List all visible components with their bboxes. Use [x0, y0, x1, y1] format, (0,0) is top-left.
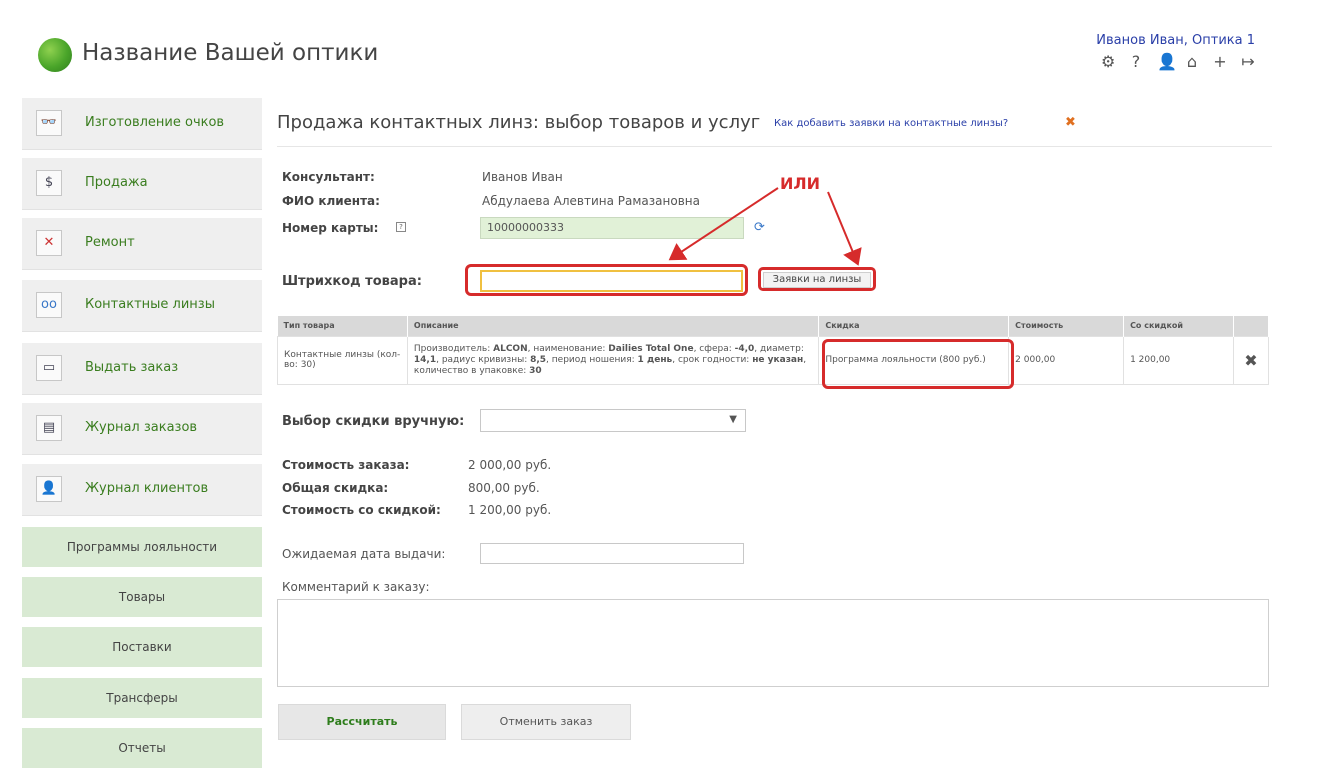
sidebar-item-transfers[interactable]: Трансферы [22, 678, 262, 718]
description-part: Производитель: [413, 343, 494, 354]
column-header: Со скидкой [1123, 316, 1234, 336]
consultant-label: Консультант: [282, 170, 375, 184]
total-discount-value: 800,00 руб. [468, 481, 540, 495]
sidebar-item-label: Изготовление очков [85, 115, 225, 130]
description-part: 1 день [637, 354, 673, 365]
total-discount-label: Общая скидка: [282, 481, 389, 495]
sidebar-item-repair[interactable]: ✕ Ремонт [22, 218, 262, 270]
description-part: ALCON [493, 343, 528, 354]
orders-journal-icon: ▤ [36, 415, 62, 441]
cell-description: Производитель: ALCON, наименование: Dail… [406, 335, 820, 385]
comment-textarea[interactable] [277, 599, 1269, 687]
order-total-label: Стоимость заказа: [282, 458, 410, 472]
annotation-or-label: ИЛИ [780, 174, 821, 193]
logout-icon[interactable]: ↦ [1241, 53, 1255, 71]
description-part: , диаметр: [754, 343, 804, 354]
plus-icon[interactable]: + [1213, 53, 1227, 71]
chevron-down-icon: ▼ [729, 414, 737, 425]
order-total-value: 2 000,00 руб. [468, 458, 552, 472]
sidebar-item-issue-order[interactable]: ▭ Выдать заказ [22, 343, 262, 395]
sidebar-item-orders-journal[interactable]: ▤ Журнал заказов [22, 403, 262, 455]
barcode-input[interactable] [480, 270, 743, 292]
card-help-icon[interactable]: ? [396, 222, 406, 232]
description-part: , наименование: [527, 343, 609, 354]
column-header-actions [1233, 316, 1270, 336]
home-icon[interactable]: ⌂ [1185, 53, 1199, 71]
sidebar-item-sale[interactable]: $ Продажа [22, 158, 262, 210]
issue-order-icon: ▭ [36, 355, 62, 381]
sidebar-item-clients-journal[interactable]: 👤 Журнал клиентов [22, 464, 262, 516]
due-date-label: Ожидаемая дата выдачи: [282, 547, 446, 561]
manual-discount-select[interactable]: ▼ [480, 409, 746, 432]
cell-price: 2 000,00 [1008, 335, 1125, 385]
page-title: Продажа контактных линз: выбор товаров и… [277, 112, 761, 133]
sidebar-item-label: Ремонт [85, 235, 135, 250]
description-part: 8,5 [530, 354, 547, 365]
due-date-field[interactable] [480, 543, 744, 564]
help-icon[interactable]: ? [1129, 53, 1143, 71]
gear-icon[interactable]: ⚙ [1101, 53, 1115, 71]
column-header: Описание [407, 316, 820, 336]
final-total-label: Стоимость со скидкой: [282, 503, 441, 517]
brand-logo-icon [38, 38, 72, 72]
sidebar-item-glasses[interactable]: 👓 Изготовление очков [22, 98, 262, 150]
contact-lens-icon: oo [36, 292, 62, 318]
table-row: Контактные линзы (кол-во: 30) Производит… [277, 335, 1270, 385]
description-part: -4,0 [734, 343, 755, 354]
client-value: Абдулаева Алевтина Рамазановна [482, 194, 700, 208]
cash-icon: $ [36, 170, 62, 196]
brand-name: Название Вашей оптики [82, 40, 379, 66]
description-part: не указан [752, 354, 804, 365]
comment-label: Комментарий к заказу: [282, 580, 430, 594]
column-header: Стоимость [1008, 316, 1125, 336]
cancel-order-button[interactable]: Отменить заказ [461, 704, 631, 740]
help-close-icon[interactable]: ✖ [1065, 115, 1076, 130]
sidebar-item-label: Журнал заказов [85, 420, 198, 435]
lens-orders-button[interactable]: Заявки на линзы [763, 272, 871, 288]
consultant-value: Иванов Иван [482, 170, 563, 184]
sidebar-item-reports[interactable]: Отчеты [22, 728, 262, 768]
user-link[interactable]: Иванов Иван, Оптика 1 [1096, 33, 1255, 48]
description-part: Dailies Total One [608, 343, 694, 354]
calculate-button[interactable]: Рассчитать [278, 704, 446, 740]
refresh-icon[interactable]: ⟳ [754, 220, 765, 235]
clients-journal-icon: 👤 [36, 476, 62, 502]
sidebar-item-label: Продажа [85, 175, 148, 190]
description-part: , срок годности: [672, 354, 753, 365]
sidebar-item-label: Выдать заказ [85, 360, 179, 375]
description-part: 14,1 [413, 354, 437, 365]
help-link[interactable]: Как добавить заявки на контактные линзы? [774, 118, 1008, 129]
barcode-label: Штрихкод товара: [282, 274, 422, 289]
cell-discounted: 1 200,00 [1123, 335, 1234, 385]
sidebar-item-label: Журнал клиентов [85, 481, 209, 496]
description-part: , сфера: [693, 343, 735, 354]
header-icons: ⚙ ? 👤 ⌂ + ↦ [1101, 53, 1255, 71]
client-label: ФИО клиента: [282, 194, 380, 208]
user-icon[interactable]: 👤 [1157, 53, 1177, 71]
column-header: Тип товара [277, 316, 408, 336]
order-items-table: Тип товара Описание Скидка Стоимость Со … [277, 316, 1270, 385]
sidebar-item-loyalty[interactable]: Программы лояльности [22, 527, 262, 567]
description-part: , радиус кривизны: [436, 354, 531, 365]
description-part: , период ношения: [546, 354, 638, 365]
sidebar-item-supplies[interactable]: Поставки [22, 627, 262, 667]
delete-row-icon[interactable]: ✖ [1232, 335, 1270, 385]
manual-discount-label: Выбор скидки вручную: [282, 414, 465, 429]
sidebar-item-label: Контактные линзы [85, 297, 215, 312]
card-number-field[interactable]: 10000000333 [480, 217, 744, 239]
card-label: Номер карты: [282, 221, 379, 235]
column-header: Скидка [818, 316, 1010, 336]
sidebar-item-goods[interactable]: Товары [22, 577, 262, 617]
sidebar-item-contact-lenses[interactable]: oo Контактные линзы [22, 280, 262, 332]
glasses-icon: 👓 [36, 110, 62, 136]
cell-type: Контактные линзы (кол-во: 30) [277, 335, 408, 385]
repair-icon: ✕ [36, 230, 62, 256]
final-total-value: 1 200,00 руб. [468, 503, 552, 517]
divider [277, 146, 1272, 147]
discount-highlight-frame [822, 339, 1014, 389]
description-part: 30 [529, 365, 542, 376]
